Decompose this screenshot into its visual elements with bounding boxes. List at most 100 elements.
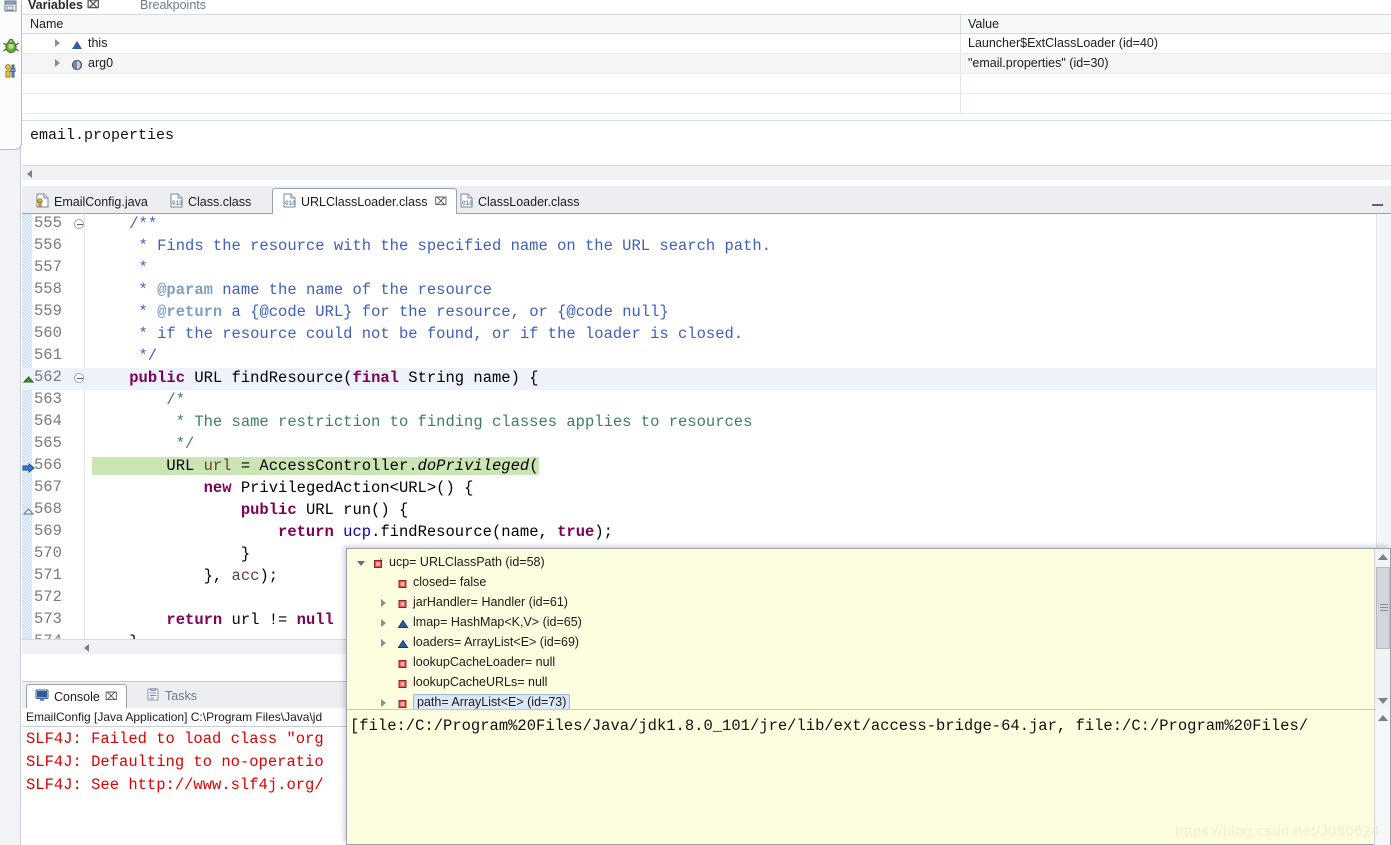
variable-inspect-popup[interactable]: Fucp= URLClassPath (id=58) closed= false j… xyxy=(346,548,1391,845)
code-line[interactable]: 563 /* xyxy=(22,390,1391,412)
code-line[interactable]: 567 new PrivilegedAction<URL>() { xyxy=(22,478,1391,500)
code-line[interactable]: 562 public URL findResource(final String… xyxy=(22,368,1391,390)
popup-tree-row[interactable]: closed= false xyxy=(347,573,1376,593)
scroll-down-icon[interactable] xyxy=(1378,698,1388,704)
popup-value-text: [file:/C:/Program%20Files/Java/jdk1.8.0_… xyxy=(350,717,1309,735)
popup-tree-row[interactable]: jarHandler= Handler (id=61) xyxy=(347,593,1376,613)
fold-collapse-icon[interactable] xyxy=(74,373,84,383)
scrollbar-thumb[interactable] xyxy=(1376,567,1390,649)
code-token: /* xyxy=(92,391,186,409)
expand-arrow-icon[interactable] xyxy=(55,39,60,47)
code-line[interactable]: 559 * @return a {@code URL} for the reso… xyxy=(22,302,1391,324)
code-token: String name) { xyxy=(398,369,539,387)
tab-variables[interactable]: Variables ⌧ xyxy=(28,0,100,14)
popup-tree-row[interactable]: lmap= HashMap<K,V> (id=65) xyxy=(347,613,1376,633)
code-token: * Finds the resource with the specified … xyxy=(92,237,772,255)
popup-tree-scrollbar[interactable] xyxy=(1374,549,1390,709)
svg-text:010: 010 xyxy=(285,200,296,207)
code-line[interactable]: 556 * Finds the resource with the specif… xyxy=(22,236,1391,258)
variables-column-header: Name Value xyxy=(22,14,1391,35)
tab-breakpoints[interactable]: Breakpoints xyxy=(140,0,206,14)
line-number: 564 xyxy=(34,412,62,430)
java-file-icon xyxy=(35,193,49,211)
close-icon[interactable]: ⌧ xyxy=(87,0,100,11)
code-token: ( xyxy=(529,457,539,475)
code-line[interactable]: 564 * The same restriction to finding cl… xyxy=(22,412,1391,434)
expand-arrow-icon[interactable] xyxy=(55,59,60,67)
scroll-up-icon[interactable] xyxy=(1378,554,1388,560)
tab-tasks[interactable]: Tasks xyxy=(138,684,205,708)
close-icon[interactable]: ⌧ xyxy=(105,690,118,703)
open-perspective-icon[interactable] xyxy=(3,0,19,14)
popup-tree-row[interactable]: path= ArrayList<E> (id=73) xyxy=(347,693,1376,709)
line-number: 572 xyxy=(34,588,62,606)
code-line[interactable]: 557 * xyxy=(22,258,1391,280)
popup-variable-tree[interactable]: Fucp= URLClassPath (id=58) closed= false j… xyxy=(347,549,1376,709)
code-line[interactable]: 566 URL url = AccessController.doPrivile… xyxy=(22,456,1391,478)
tab-console[interactable]: Console ⌧ xyxy=(26,684,127,708)
popup-tree-row[interactable]: lookupCacheURLs= null xyxy=(347,673,1376,693)
code-text: /** xyxy=(92,215,157,233)
code-text: public URL run() { xyxy=(92,501,408,519)
editor-tab-class[interactable]: 010 Class.class xyxy=(160,189,260,214)
popup-tree-row[interactable]: Fucp= URLClassPath (id=58) xyxy=(347,553,1376,573)
class-file-icon: 010 xyxy=(459,193,473,211)
code-line[interactable]: 558 * @param name the name of the resour… xyxy=(22,280,1391,302)
code-token: .findResource(name, xyxy=(371,523,558,541)
expand-arrow-icon[interactable] xyxy=(381,699,386,707)
expand-arrow-icon[interactable] xyxy=(381,599,386,607)
line-number: 562 xyxy=(34,368,62,386)
editor-tab-emailconfig[interactable]: EmailConfig.java xyxy=(26,189,157,214)
collapse-arrow-icon[interactable] xyxy=(357,561,365,566)
code-line[interactable]: 565 */ xyxy=(22,434,1391,456)
popup-tree-row[interactable]: lookupCacheLoader= null xyxy=(347,653,1376,673)
code-token: URL findResource( xyxy=(185,369,353,387)
code-line[interactable]: 555 /** xyxy=(22,214,1391,236)
code-text: return url != null xyxy=(92,611,334,629)
popup-tree-label: lookupCacheLoader= null xyxy=(413,655,556,669)
variables-horizontal-scrollbar[interactable] xyxy=(22,165,1391,180)
java-perspective-icon[interactable] xyxy=(3,63,19,79)
code-text: public URL findResource(final String nam… xyxy=(92,369,539,387)
editor-tab-classloader[interactable]: 010 ClassLoader.class xyxy=(450,189,588,214)
scroll-up-icon[interactable] xyxy=(1378,715,1388,721)
field-icon xyxy=(397,597,409,609)
line-number: 570 xyxy=(34,544,62,562)
code-line[interactable]: 569 return ucp.findResource(name, true); xyxy=(22,522,1391,544)
code-line[interactable]: 560 * if the resource could not be found… xyxy=(22,324,1391,346)
code-token: * xyxy=(92,259,148,277)
variable-row-arg0[interactable]: arg0 "email.properties" (id=30) xyxy=(22,54,1391,74)
variable-name: this xyxy=(88,36,108,50)
perspective-bar xyxy=(0,0,22,845)
column-divider[interactable] xyxy=(960,15,961,35)
code-line[interactable]: 561 */ xyxy=(22,346,1391,368)
code-token: * xyxy=(92,303,158,321)
code-line[interactable]: 568 public URL run() { xyxy=(22,500,1391,522)
row-divider xyxy=(960,74,961,94)
editor-tab-urlclassloader[interactable]: 010 URLClassLoader.class ⌧ xyxy=(272,188,458,214)
popup-tree-label: loaders= ArrayList<E> (id=69) xyxy=(413,635,580,649)
code-token: null xyxy=(296,611,334,629)
code-token: * xyxy=(92,281,158,299)
fold-collapse-icon[interactable] xyxy=(74,219,84,229)
line-number: 566 xyxy=(34,456,62,474)
expand-arrow-icon[interactable] xyxy=(381,639,386,647)
scroll-left-icon[interactable] xyxy=(27,170,32,178)
code-token: url != xyxy=(222,611,297,629)
debug-perspective-icon[interactable] xyxy=(3,38,19,54)
field-static-icon: F xyxy=(373,557,385,569)
line-number: 561 xyxy=(34,346,62,364)
popup-tree-label: lookupCacheURLs= null xyxy=(413,675,548,689)
line-number: 558 xyxy=(34,280,62,298)
close-icon[interactable]: ⌧ xyxy=(434,195,447,208)
code-text: }, acc); xyxy=(92,567,278,585)
minimize-view-icon[interactable] xyxy=(1371,194,1385,206)
scroll-left-icon[interactable] xyxy=(84,644,89,652)
code-token: URL xyxy=(92,457,204,475)
variable-row-this[interactable]: this Launcher$ExtClassLoader (id=40) xyxy=(22,34,1391,54)
expand-arrow-icon[interactable] xyxy=(381,619,386,627)
line-number: 555 xyxy=(34,214,62,232)
popup-tree-row[interactable]: loaders= ArrayList<E> (id=69) xyxy=(347,633,1376,653)
